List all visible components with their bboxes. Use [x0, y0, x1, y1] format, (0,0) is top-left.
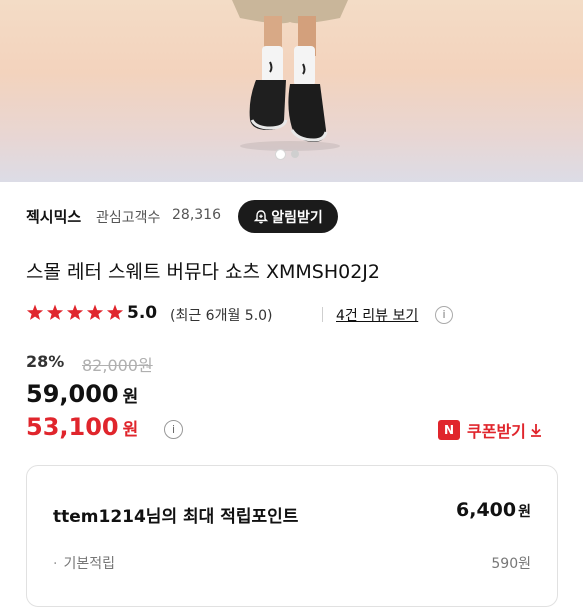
currency-label: 원 — [518, 504, 531, 520]
currency-label: 원 — [122, 420, 139, 440]
follower-label: 관심고객수 — [96, 210, 161, 226]
coupon-price-value: 53,100 — [26, 413, 119, 441]
alarm-button[interactable]: 알림받기 — [238, 200, 338, 233]
original-price: 82,000원 — [82, 356, 153, 375]
download-icon — [530, 424, 541, 437]
points-title: ttem1214님의 최대 적립포인트 — [53, 507, 299, 527]
n-badge-icon: N — [438, 420, 460, 440]
sale-price-value: 59,000 — [26, 380, 119, 408]
brand-row: 젝시믹스 관심고객수 28,316 알림받기 — [26, 200, 566, 236]
star-icon — [46, 304, 64, 320]
bell-plus-icon — [254, 209, 269, 223]
rating-value: 5.0 — [127, 303, 158, 323]
basic-points-value: 590원 — [491, 556, 531, 572]
star-icons — [26, 304, 124, 320]
carousel-dot[interactable] — [291, 150, 299, 158]
currency-label: 원 — [122, 387, 139, 407]
alarm-button-label: 알림받기 — [271, 209, 323, 226]
follower-count: 28,316 — [172, 207, 221, 223]
product-title: 스몰 레터 스웨트 버뮤다 쇼츠 XMMSH02J2 — [26, 261, 380, 283]
rating-stars — [26, 304, 124, 324]
coupon-price: 53,100 원 — [26, 413, 138, 441]
coupon-button-label: 쿠폰받기 — [467, 422, 526, 441]
star-icon — [86, 304, 104, 320]
discount-rate: 28% — [26, 352, 65, 371]
points-value-number: 6,400 — [456, 499, 517, 521]
rating-note: (최근 6개월 5.0) — [170, 308, 273, 324]
coupon-button[interactable]: N 쿠폰받기 — [438, 418, 543, 442]
star-icon — [26, 304, 44, 320]
sale-price: 59,000 원 — [26, 380, 138, 408]
points-panel: ttem1214님의 최대 적립포인트 6,400원 기본적립 590원 — [26, 465, 558, 607]
carousel-indicator — [0, 148, 583, 160]
rating-row: 5.0 (최근 6개월 5.0) 4건 리뷰 보기 i — [26, 302, 566, 326]
carousel-dot-active[interactable] — [275, 149, 286, 160]
product-image[interactable] — [0, 0, 583, 182]
info-icon[interactable]: i — [435, 306, 453, 324]
brand-name[interactable]: 젝시믹스 — [26, 206, 81, 227]
basic-points-label: 기본적립 — [53, 553, 115, 573]
star-icon — [106, 304, 124, 320]
points-value: 6,400 원 — [456, 499, 531, 521]
review-link[interactable]: 4건 리뷰 보기 — [336, 305, 418, 325]
star-icon — [66, 304, 84, 320]
price-info-icon[interactable]: i — [164, 420, 183, 439]
divider — [322, 307, 323, 322]
